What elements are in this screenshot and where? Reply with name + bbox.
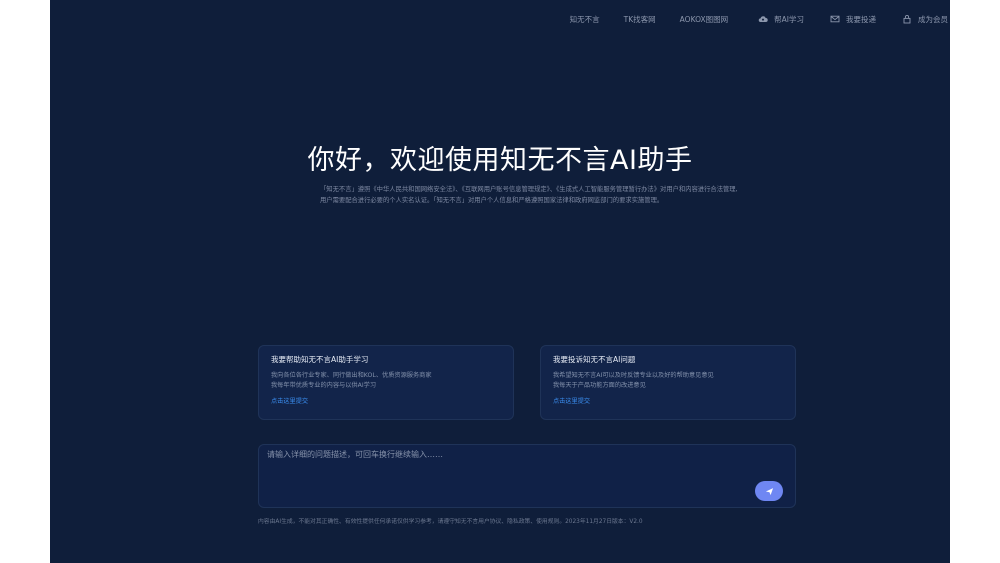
nav-label: 知无不言 [569, 14, 600, 24]
card-line: 我每天于产品功能方面的改进意见 [553, 382, 646, 389]
chat-composer [258, 444, 796, 508]
send-icon [765, 487, 773, 495]
card-help-ai-learn[interactable]: 我要帮助知无不言AI助手学习 我向各位各行业专家、同行做出和KOL、优质资源服务… [258, 345, 514, 420]
card-line: 我希望知无不言AI可以及时反馈专业以及好的帮助意见意见 [553, 372, 714, 379]
nav-item-tk[interactable]: TK找客网 [624, 14, 656, 25]
card-submit-link[interactable]: 点击这里提交 [271, 396, 501, 405]
nav-label: AOKOX图图网 [679, 14, 729, 24]
card-report-issue[interactable]: 我要投诉知无不言AI问题 我希望知无不言AI可以及时反馈专业以及好的帮助意见意见… [540, 345, 796, 420]
send-button[interactable] [755, 481, 783, 501]
card-line: 我向各位各行业专家、同行做出和KOL、优质资源服务商家 [271, 372, 432, 379]
mail-icon [830, 14, 840, 24]
nav-item-aokox[interactable]: AOKOX图图网 [680, 14, 728, 25]
nav-label: TK找客网 [623, 14, 656, 24]
nav-item-submit[interactable]: 我要投递 [830, 14, 876, 25]
top-nav: 知无不言 TK找客网 AOKOX图图网 帮AI学习 我要投递 成为会员 [570, 12, 950, 26]
nav-item-zhiwubuyan[interactable]: 知无不言 [570, 14, 600, 25]
card-title: 我要帮助知无不言AI助手学习 [271, 355, 369, 364]
nav-label: 帮AI学习 [774, 14, 804, 24]
nav-label: 我要投递 [846, 14, 876, 24]
lock-icon [902, 14, 912, 24]
nav-label: 成为会员 [918, 14, 948, 24]
app-window: 知无不言 TK找客网 AOKOX图图网 帮AI学习 我要投递 成为会员 你好，欢 [50, 0, 950, 563]
intro-description: 「知无不言」遵照《中华人民共和国网络安全法》、《互联网用户账号信息管理规定》、《… [320, 186, 738, 204]
nav-item-help-ai-learn[interactable]: 帮AI学习 [758, 14, 804, 25]
cloud-upload-icon [758, 14, 768, 24]
page-title: 你好，欢迎使用知无不言AI助手 [307, 145, 693, 176]
question-input[interactable] [267, 449, 737, 489]
card-title: 我要投诉知无不言AI问题 [553, 355, 636, 364]
nav-item-become-member[interactable]: 成为会员 [902, 14, 948, 25]
card-line: 我每年带优质专业的内容与以供AI学习 [271, 382, 377, 389]
disclaimer-text: 内容由AI生成，不能对其正确性、有效性提供任何承诺仅供学习参考，请遵守知无不言用… [258, 519, 643, 525]
card-submit-link[interactable]: 点击这里提交 [553, 396, 783, 405]
